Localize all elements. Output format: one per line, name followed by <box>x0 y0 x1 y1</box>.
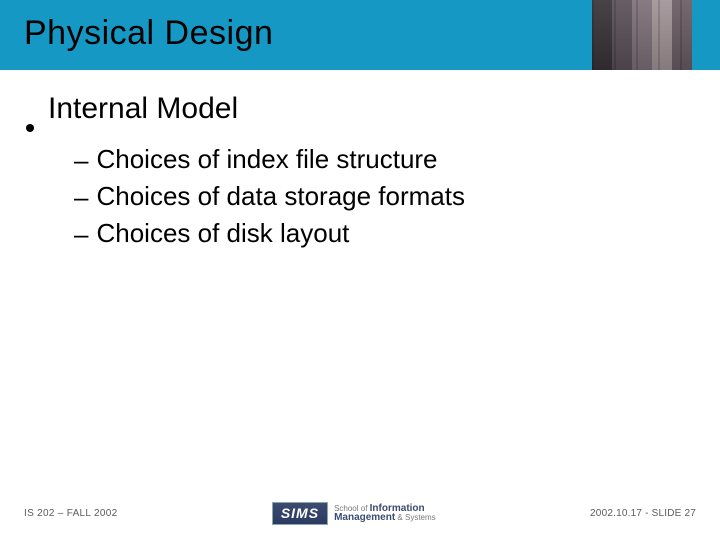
footer: IS 202 – FALL 2002 SIMS School of Inform… <box>24 500 696 526</box>
bullet-text: Choices of data storage formats <box>96 181 465 212</box>
footer-right: 2002.10.17 - SLIDE 27 <box>590 508 696 519</box>
bullet-text: Choices of disk layout <box>96 218 349 249</box>
slide-body: Internal Model – Choices of index file s… <box>26 92 694 255</box>
title-bar: Physical Design <box>0 0 720 70</box>
dash-icon: – <box>74 221 88 247</box>
footer-logo: SIMS School of Information Management & … <box>272 502 436 525</box>
dash-icon: – <box>74 184 88 210</box>
bullet-level1: Internal Model <box>26 92 694 126</box>
sims-text: School of Information Management & Syste… <box>334 504 436 522</box>
footer-left: IS 202 – FALL 2002 <box>24 508 117 519</box>
bullet-dot-icon <box>26 124 34 132</box>
bullet-text: Choices of index file structure <box>96 144 437 175</box>
dash-icon: – <box>74 147 88 173</box>
bullet-level2: – Choices of disk layout <box>74 218 694 249</box>
sims-badge: SIMS <box>272 502 328 525</box>
bullet-level2: – Choices of index file structure <box>74 144 694 175</box>
title-decorative-image <box>592 0 692 70</box>
slide-title: Physical Design <box>24 14 273 53</box>
slide: Physical Design Internal Model – Choices… <box>0 0 720 540</box>
bullet-level2: – Choices of data storage formats <box>74 181 694 212</box>
heading-text: Internal Model <box>48 92 238 126</box>
